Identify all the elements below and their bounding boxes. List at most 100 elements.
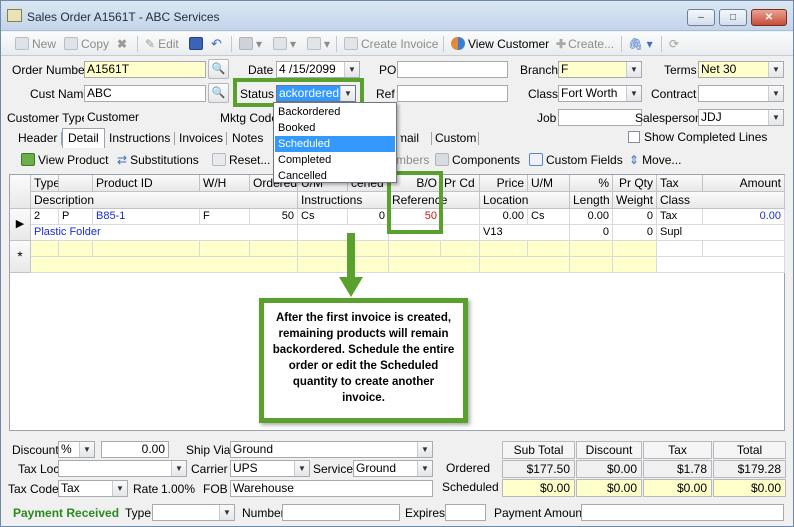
undo-icon[interactable]: ↶: [211, 36, 222, 52]
chevron-down-icon[interactable]: ▼: [626, 86, 641, 101]
serial-numbers-button[interactable]: mbers: [396, 152, 429, 168]
chevron-down-icon[interactable]: ▼: [768, 62, 783, 77]
cell-description[interactable]: Plastic Folder: [31, 225, 298, 241]
new-row-indicator[interactable]: *: [10, 241, 31, 273]
status-option-booked[interactable]: Booked: [275, 120, 395, 136]
cell-price[interactable]: 0.00: [480, 209, 528, 225]
new-cell[interactable]: [570, 241, 613, 257]
cell-location[interactable]: V13: [480, 225, 570, 241]
current-row-indicator[interactable]: ▶: [10, 209, 31, 241]
new-cell[interactable]: [31, 241, 59, 257]
chevron-down-icon[interactable]: ▼: [171, 461, 186, 476]
chevron-down-icon[interactable]: ▼: [417, 442, 432, 457]
col-tax[interactable]: Tax: [657, 175, 703, 192]
maximize-button[interactable]: □: [719, 9, 747, 26]
col-weight[interactable]: Weight: [613, 192, 657, 209]
reset-button[interactable]: Reset...: [212, 152, 270, 168]
cell-pct[interactable]: 0.00: [570, 209, 613, 225]
new-cell[interactable]: [200, 241, 250, 257]
new-cell[interactable]: [613, 257, 657, 273]
edit-button[interactable]: ✎ Edit: [145, 36, 179, 52]
refresh-icon[interactable]: ⟳: [669, 36, 679, 52]
cell-um[interactable]: Cs: [298, 209, 348, 225]
new-cell[interactable]: [31, 257, 298, 273]
service-select[interactable]: Ground ▼: [353, 460, 433, 477]
document-menu-button[interactable]: ▾: [307, 36, 330, 52]
tab-instructions[interactable]: Instructions: [104, 129, 175, 148]
save-button[interactable]: [189, 36, 206, 52]
col-price-um[interactable]: U/M: [528, 175, 570, 192]
show-completed-lines-checkbox[interactable]: [628, 131, 640, 143]
cell-type[interactable]: P: [59, 209, 93, 225]
close-button[interactable]: ✕: [751, 9, 787, 26]
tab-notes[interactable]: Notes: [227, 129, 268, 148]
payment-type-select[interactable]: ▼: [152, 504, 235, 521]
view-customer-button[interactable]: View Customer: [451, 36, 549, 52]
cell-line[interactable]: 2: [31, 209, 59, 225]
edit-menu-button[interactable]: ▾: [273, 36, 296, 52]
class-select[interactable]: Fort Worth ▼: [558, 85, 642, 102]
col-description[interactable]: Description: [31, 192, 298, 209]
carrier-select[interactable]: UPS ▼: [230, 460, 310, 477]
order-number-input[interactable]: A1561T: [84, 61, 206, 78]
new-cell[interactable]: [480, 241, 528, 257]
col-length[interactable]: Length: [570, 192, 613, 209]
chevron-down-icon[interactable]: ▼: [768, 86, 783, 101]
view-product-button[interactable]: View Product: [21, 152, 108, 168]
tab-custom[interactable]: Custom: [430, 129, 481, 148]
fob-input[interactable]: Warehouse: [230, 480, 433, 497]
custom-fields-button[interactable]: Custom Fields: [529, 152, 623, 168]
calendar-dropdown-icon[interactable]: ▼: [344, 62, 359, 77]
discount-value-input[interactable]: 0.00: [101, 441, 169, 458]
print-button[interactable]: ▾: [239, 36, 262, 52]
new-cell[interactable]: [613, 241, 657, 257]
col-price[interactable]: Price: [480, 175, 528, 192]
cell-price-um[interactable]: Cs: [528, 209, 570, 225]
date-input[interactable]: 4 /15/2099 ▼: [276, 61, 360, 78]
tax-code-select[interactable]: Tax ▼: [58, 480, 128, 497]
col-wh[interactable]: W/H: [200, 175, 250, 192]
chevron-down-icon[interactable]: ▼: [294, 461, 309, 476]
new-cell[interactable]: [59, 241, 93, 257]
order-lookup-button[interactable]: 🔍: [208, 59, 229, 79]
tax-loc-select[interactable]: ▼: [58, 460, 187, 477]
new-cell[interactable]: [480, 257, 570, 273]
terms-select[interactable]: Net 30 ▼: [698, 61, 784, 78]
payment-amount-input[interactable]: [581, 504, 784, 521]
col-instructions[interactable]: Instructions: [298, 192, 389, 209]
new-button[interactable]: New: [15, 36, 56, 52]
tab-invoices[interactable]: Invoices: [174, 129, 228, 148]
chevron-down-icon[interactable]: ▼: [219, 505, 234, 520]
cell-length[interactable]: 0: [570, 225, 613, 241]
create-invoice-button[interactable]: Create Invoice: [344, 36, 438, 52]
new-cell[interactable]: [657, 241, 703, 257]
col-class[interactable]: Class: [657, 192, 785, 209]
status-option-scheduled[interactable]: Scheduled: [275, 136, 395, 152]
salesperson-select[interactable]: JDJ ▼: [698, 109, 784, 126]
new-cell[interactable]: [389, 241, 441, 257]
tab-header[interactable]: Header: [13, 129, 62, 148]
chevron-down-icon[interactable]: ▼: [768, 110, 783, 125]
new-cell[interactable]: [250, 241, 298, 257]
chevron-down-icon[interactable]: ▼: [79, 442, 94, 457]
cell-pr-qty[interactable]: 0: [613, 209, 657, 225]
new-cell[interactable]: [570, 257, 613, 273]
attachment-button[interactable]: 🖇 ▾: [628, 36, 653, 52]
ref-input[interactable]: [397, 85, 508, 102]
discount-type-select[interactable]: % ▼: [58, 441, 95, 458]
create-button[interactable]: ✚ Create...: [556, 36, 614, 52]
cell-pr-cd[interactable]: [441, 209, 480, 225]
tab-detail[interactable]: Detail: [62, 128, 105, 148]
contract-select[interactable]: ▼: [698, 85, 784, 102]
cell-product-id[interactable]: B85-1: [93, 209, 200, 225]
payment-number-input[interactable]: [282, 504, 400, 521]
copy-button[interactable]: Copy: [64, 36, 109, 52]
minimize-button[interactable]: –: [687, 9, 715, 26]
col-line-blank[interactable]: [59, 175, 93, 192]
cust-name-input[interactable]: ABC: [84, 85, 206, 102]
new-cell[interactable]: [389, 257, 480, 273]
chevron-down-icon[interactable]: ▼: [417, 461, 432, 476]
status-option-cancelled[interactable]: Cancelled: [275, 168, 395, 184]
status-option-completed[interactable]: Completed: [275, 152, 395, 168]
new-cell[interactable]: [703, 241, 785, 257]
